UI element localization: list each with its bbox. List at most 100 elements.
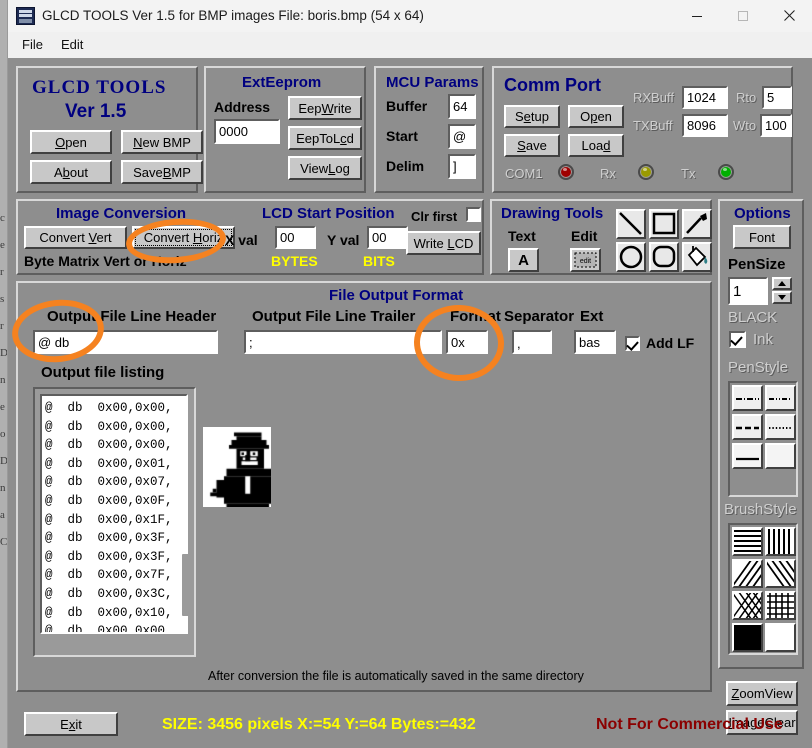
line-trailer-field[interactable]: ;: [244, 330, 442, 354]
txbuff-label: TXBuff: [633, 118, 673, 133]
maximize-icon: [737, 10, 749, 22]
maximize-button[interactable]: [720, 0, 766, 31]
view-log-button[interactable]: ViewLog: [288, 156, 362, 180]
address-field[interactable]: 0000: [214, 119, 280, 144]
format-label: Format: [450, 308, 501, 325]
rxbuff-field[interactable]: 1024: [682, 86, 728, 109]
pensize-down-button[interactable]: [772, 291, 792, 304]
brush-diagcross-button[interactable]: [732, 591, 763, 620]
add-lf-checkbox[interactable]: [625, 336, 640, 351]
brush-cross-button[interactable]: [765, 591, 796, 620]
wto-label: Wto: [733, 118, 756, 133]
ext-field[interactable]: bas: [574, 330, 616, 354]
file-output-format-panel: File Output Format Output File Line Head…: [16, 281, 712, 692]
about-button[interactable]: About: [30, 160, 112, 184]
zoomview-button[interactable]: ZoomView: [726, 681, 798, 706]
svg-text:edit: edit: [580, 258, 591, 265]
minimize-icon: [691, 10, 703, 22]
comm-open-button[interactable]: Open: [568, 105, 624, 128]
brush-vertical-button[interactable]: [765, 527, 796, 556]
write-lcd-button[interactable]: Write LCD: [406, 231, 481, 255]
boris-bitmap-canvas: [203, 427, 271, 507]
penstyle-none-button[interactable]: [765, 443, 796, 469]
add-lf-label: Add LF: [646, 335, 694, 351]
delim-field[interactable]: ]: [448, 154, 476, 179]
brush-solid-black-button[interactable]: [732, 623, 763, 652]
comm-load-button[interactable]: Load: [568, 134, 624, 157]
line-tool-icon: [618, 211, 644, 237]
penstyle-dotted-button[interactable]: [765, 414, 796, 440]
rx-label: Rx: [600, 166, 616, 181]
boris-bitmap-preview[interactable]: [202, 426, 272, 508]
text-tool-button[interactable]: A: [508, 248, 539, 272]
rounded-rect-tool-button[interactable]: [649, 242, 679, 272]
font-button[interactable]: Font: [733, 225, 791, 249]
listing-horizontal-scrollbar[interactable]: [59, 645, 114, 650]
save-bmp-button[interactable]: SaveBMP: [121, 160, 203, 184]
brushstyle-label: BrushStyle: [724, 501, 797, 518]
penstyle-dashed-button[interactable]: [732, 414, 763, 440]
ink-checkbox[interactable]: [729, 331, 746, 348]
line-tool-button[interactable]: [616, 209, 646, 239]
exit-button[interactable]: Exit: [24, 712, 118, 736]
edit-tool-label: Edit: [571, 228, 597, 244]
x-val-label: X val: [225, 232, 258, 248]
penstyle-group: [728, 381, 798, 497]
minimize-button[interactable]: [674, 0, 720, 31]
close-button[interactable]: [766, 0, 812, 31]
comm-setup-button[interactable]: Setup: [504, 105, 560, 128]
wto-field[interactable]: 100: [760, 114, 792, 137]
clr-first-checkbox[interactable]: [466, 207, 481, 222]
com-port-label: COM1: [505, 166, 543, 181]
comm-save-button[interactable]: Save: [504, 134, 560, 157]
title-bar: GLCD TOOLS Ver 1.5 for BMP images File: …: [8, 0, 812, 33]
comm-port-title: Comm Port: [504, 75, 601, 96]
output-file-listing[interactable]: @ db 0x00,0x00, @ db 0x00,0x00, @ db 0x0…: [40, 394, 188, 634]
x-val-field[interactable]: 00: [275, 226, 316, 249]
x-unit-label: BYTES: [271, 253, 318, 269]
new-bmp-button[interactable]: New BMP: [121, 130, 203, 154]
output-file-listing-label: Output file listing: [41, 364, 164, 381]
separator-field[interactable]: ,: [512, 330, 552, 354]
status-bar: Exit SIZE: 3456 pixels X:=54 Y:=64 Bytes…: [8, 704, 812, 748]
fill-bucket-tool-button[interactable]: [682, 242, 712, 272]
solid-line-icon: [734, 445, 761, 467]
drawing-tools-title: Drawing Tools: [501, 205, 603, 222]
rectangle-tool-button[interactable]: [649, 209, 679, 239]
menu-item-file[interactable]: File: [15, 35, 50, 55]
rto-field[interactable]: 5: [762, 86, 792, 109]
open-button[interactable]: Open: [30, 130, 112, 154]
penstyle-dash-dot-dot-button[interactable]: [765, 385, 796, 411]
brush-horizontal-button[interactable]: [732, 527, 763, 556]
y-val-field[interactable]: 00: [367, 226, 408, 249]
listing-frame: @ db 0x00,0x00, @ db 0x00,0x00, @ db 0x0…: [33, 387, 196, 657]
format-field[interactable]: 0x: [446, 330, 488, 354]
delim-label: Delim: [386, 158, 424, 174]
clr-first-label: Clr first: [411, 209, 457, 224]
start-field[interactable]: @: [448, 124, 476, 149]
penstyle-solid-button[interactable]: [732, 443, 763, 469]
eep-write-button[interactable]: EepWrite: [288, 96, 362, 120]
eep-to-lcd-button[interactable]: EepToLcd: [288, 126, 362, 150]
ellipse-tool-icon: [618, 244, 644, 270]
txbuff-field[interactable]: 8096: [682, 114, 728, 137]
pensize-field[interactable]: 1: [728, 277, 768, 305]
image-conversion-panel: Image Conversion Convert Vert Convert Ho…: [16, 199, 484, 275]
listing-vertical-scrollbar[interactable]: [182, 554, 189, 616]
pencil-tool-icon: [684, 211, 710, 237]
ellipse-tool-button[interactable]: [616, 242, 646, 272]
brush-fdiagonal-button[interactable]: [765, 559, 796, 588]
convert-horiz-button[interactable]: Convert Horiz: [132, 226, 235, 249]
convert-vert-button[interactable]: Convert Vert: [24, 226, 127, 249]
penstyle-dash-dot-button[interactable]: [732, 385, 763, 411]
line-header-field[interactable]: @ db: [33, 330, 218, 354]
pencil-tool-button[interactable]: [682, 209, 712, 239]
edit-tool-button[interactable]: edit: [570, 248, 601, 272]
buffer-field[interactable]: 64: [448, 94, 476, 119]
brush-solid-white-button[interactable]: [765, 623, 796, 652]
brushstyle-group: [728, 523, 798, 655]
brush-bdiagonal-button[interactable]: [732, 559, 763, 588]
brush-bdiagonal-icon: [734, 561, 761, 586]
pensize-up-button[interactable]: [772, 277, 792, 290]
menu-item-edit[interactable]: Edit: [54, 35, 90, 55]
